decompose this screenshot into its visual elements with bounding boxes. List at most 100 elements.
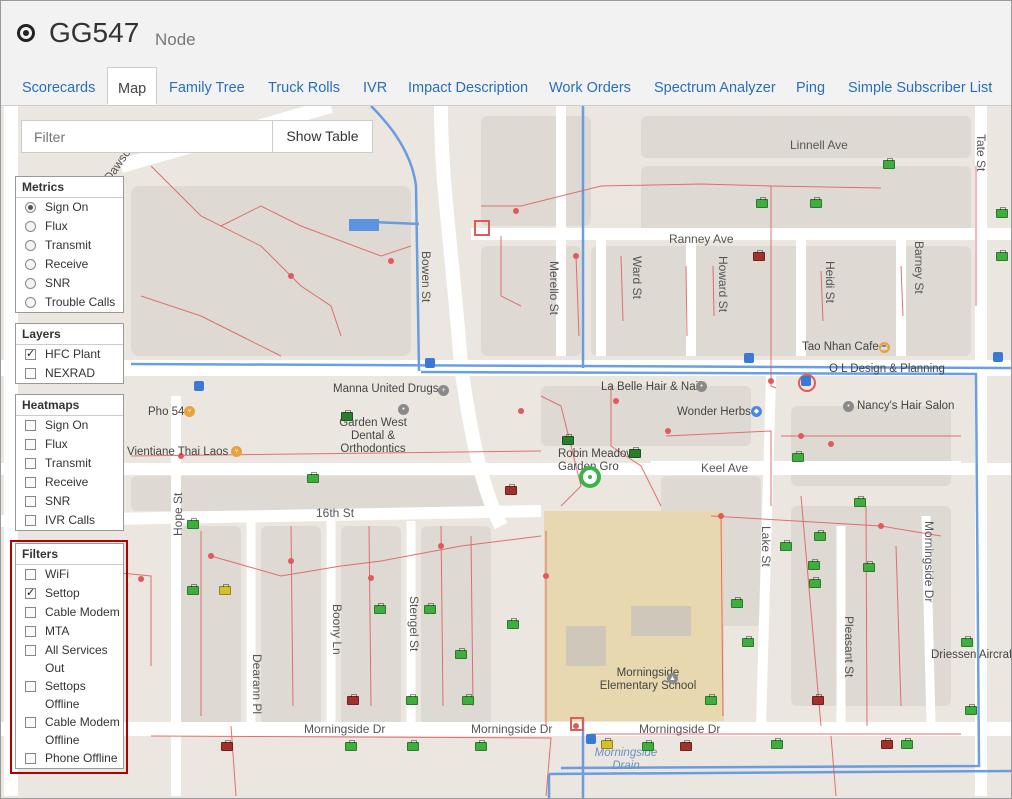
heatmap-option-transmit[interactable]: Transmit (16, 454, 123, 473)
tab-impact-description[interactable]: Impact Description (408, 67, 528, 105)
settop-online-icon[interactable] (961, 636, 973, 647)
settop-online-icon[interactable] (808, 559, 820, 570)
settop-online-icon[interactable] (809, 577, 821, 588)
checkbox[interactable] (25, 496, 36, 507)
metric-option-transmit[interactable]: Transmit (16, 236, 123, 255)
metric-option-sign-on[interactable]: Sign On (16, 198, 123, 217)
settop-online-icon[interactable] (406, 694, 418, 705)
settop-online-icon[interactable] (965, 704, 977, 715)
layer-option-hfc-plant[interactable]: HFC Plant (16, 345, 123, 364)
street-label: Dearann Pl (250, 654, 264, 715)
metric-option-snr[interactable]: SNR (16, 274, 123, 293)
checkbox[interactable] (25, 515, 36, 526)
settop-online-icon[interactable] (810, 197, 822, 208)
street-label: Bowen St (419, 251, 433, 303)
settop-offline-icon[interactable] (881, 738, 893, 749)
tab-spectrum-analyzer[interactable]: Spectrum Analyzer (654, 67, 776, 105)
heatmap-option-flux[interactable]: Flux (16, 435, 123, 454)
checkbox[interactable] (25, 458, 36, 469)
radio[interactable] (25, 240, 36, 251)
settop-online-icon[interactable] (854, 496, 866, 507)
node-location-marker[interactable] (579, 466, 601, 488)
settop-online-icon[interactable] (996, 207, 1008, 218)
settop-online-icon[interactable] (780, 540, 792, 551)
metric-option-trouble-calls[interactable]: Trouble Calls (16, 293, 123, 312)
cafe-icon: ☕ (879, 342, 890, 353)
heatmap-option-ivr-calls[interactable]: IVR Calls (16, 511, 123, 530)
heatmap-option-receive[interactable]: Receive (16, 473, 123, 492)
street-label: Morningside Dr (304, 722, 386, 736)
checkbox[interactable] (25, 477, 36, 488)
dentist-icon: • (398, 404, 409, 415)
place-label: La Belle Hair & Nail (601, 381, 701, 393)
radio-selected[interactable] (25, 202, 36, 213)
tab-bar: Scorecards Map Family Tree Truck Rolls I… (1, 67, 1011, 106)
settop-online-icon[interactable] (771, 738, 783, 749)
radio[interactable] (25, 278, 36, 289)
radio[interactable] (25, 297, 36, 308)
settop-online-icon[interactable] (629, 447, 641, 458)
checkbox[interactable] (25, 439, 36, 450)
checkbox[interactable] (25, 420, 36, 431)
layer-option-nexrad[interactable]: NEXRAD (16, 364, 123, 383)
settop-online-icon[interactable] (562, 434, 574, 445)
heatmap-option-snr[interactable]: SNR (16, 492, 123, 511)
checkbox-checked[interactable] (25, 345, 36, 364)
settop-online-icon[interactable] (374, 603, 386, 614)
settop-online-icon[interactable] (455, 648, 467, 659)
settop-online-icon[interactable] (996, 250, 1008, 261)
settop-online-icon[interactable] (792, 451, 804, 462)
settop-online-icon[interactable] (642, 740, 654, 751)
tab-simple-subscriber-list[interactable]: Simple Subscriber List (848, 67, 992, 105)
street-label: Hope St (171, 492, 185, 536)
settop-online-icon[interactable] (883, 158, 895, 169)
map-canvas[interactable]: Linnell Ave Ranney Ave Bowen St Merello … (1, 106, 1011, 798)
settop-online-icon[interactable] (407, 740, 419, 751)
checkbox[interactable] (25, 368, 36, 379)
app-window: GG547 Node Scorecards Map Family Tree Tr… (0, 0, 1012, 799)
settop-offline-icon[interactable] (505, 484, 517, 495)
show-table-button[interactable]: Show Table (272, 120, 373, 153)
settop-online-icon[interactable] (341, 410, 353, 421)
settop-warning-icon[interactable] (601, 738, 613, 749)
radio[interactable] (25, 259, 36, 270)
settop-online-icon[interactable] (475, 740, 487, 751)
tab-ivr[interactable]: IVR (363, 67, 387, 105)
page-title: GG547 (49, 17, 140, 48)
settop-online-icon[interactable] (731, 597, 743, 608)
tab-work-orders[interactable]: Work Orders (549, 67, 631, 105)
radio[interactable] (25, 221, 36, 232)
settop-online-icon[interactable] (814, 530, 826, 541)
street-label: 16th St (316, 506, 355, 520)
metric-option-receive[interactable]: Receive (16, 255, 123, 274)
settop-online-icon[interactable] (424, 603, 436, 614)
settop-online-icon[interactable] (705, 694, 717, 705)
heatmaps-panel: Heatmaps Sign On Flux Transmit Receive S… (15, 394, 124, 531)
settop-online-icon[interactable] (187, 584, 199, 595)
tab-family-tree[interactable]: Family Tree (169, 67, 245, 105)
settop-offline-icon[interactable] (753, 250, 765, 261)
street-label: Heidi St (823, 261, 837, 304)
settop-warning-icon[interactable] (219, 584, 231, 595)
settop-online-icon[interactable] (742, 636, 754, 647)
settop-online-icon[interactable] (345, 740, 357, 751)
settop-offline-icon[interactable] (812, 694, 824, 705)
tab-scorecards[interactable]: Scorecards (22, 67, 95, 105)
settop-online-icon[interactable] (863, 561, 875, 572)
metric-option-flux[interactable]: Flux (16, 217, 123, 236)
settop-online-icon[interactable] (507, 618, 519, 629)
tab-ping[interactable]: Ping (796, 67, 825, 105)
settop-offline-icon[interactable] (347, 694, 359, 705)
settop-offline-icon[interactable] (221, 740, 233, 751)
settop-online-icon[interactable] (756, 197, 768, 208)
settop-online-icon[interactable] (307, 472, 319, 483)
heatmap-option-sign-on[interactable]: Sign On (16, 416, 123, 435)
settop-online-icon[interactable] (901, 738, 913, 749)
tab-truck-rolls[interactable]: Truck Rolls (268, 67, 340, 105)
place-label: Pho 54 (148, 406, 185, 418)
settop-online-icon[interactable] (462, 694, 474, 705)
tab-map[interactable]: Map (107, 67, 158, 105)
settop-offline-icon[interactable] (680, 740, 692, 751)
settop-online-icon[interactable] (187, 518, 199, 529)
filter-input[interactable] (21, 120, 273, 153)
